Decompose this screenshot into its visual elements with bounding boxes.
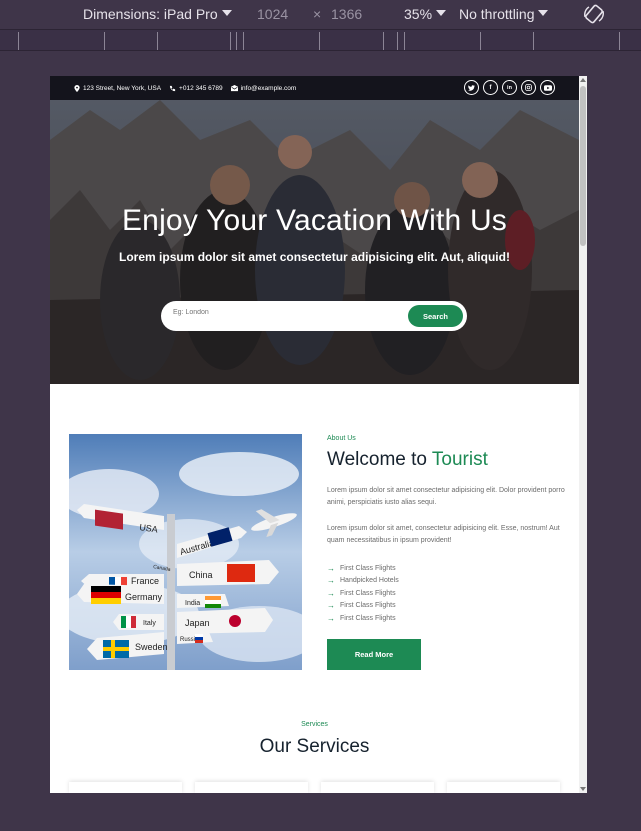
- service-card[interactable]: [447, 782, 560, 793]
- arrow-right-icon: →: [327, 613, 335, 623]
- feature-list: → First Class Flights → Handpicked Hotels …: [327, 562, 399, 625]
- chevron-down-icon: [221, 10, 232, 16]
- arrow-right-icon: →: [327, 588, 335, 598]
- device-viewport: 123 Street, New York, USA +012 345 6789 …: [50, 76, 587, 793]
- list-item: → First Class Flights: [327, 563, 396, 573]
- width-input[interactable]: 1024: [257, 6, 288, 22]
- youtube-icon[interactable]: [540, 80, 555, 95]
- sign-france: France: [131, 576, 159, 586]
- destination-search-input[interactable]: [173, 309, 373, 316]
- arrow-right-icon: →: [327, 601, 335, 611]
- arrow-right-icon: →: [327, 576, 335, 586]
- height-input[interactable]: 1366: [331, 6, 362, 22]
- sign-india: India: [185, 600, 200, 607]
- about-title-accent: Tourist: [431, 449, 488, 470]
- phone-icon: [169, 85, 176, 91]
- envelope-icon: [230, 84, 238, 91]
- address-item: 123 Street, New York, USA: [74, 84, 162, 92]
- services-label: Services: [301, 721, 328, 728]
- zoom-label: 35%: [404, 6, 433, 22]
- throttling-select[interactable]: No throttling: [459, 6, 549, 22]
- sign-japan: Japan: [185, 618, 210, 628]
- phone-item: +012 345 6789: [169, 85, 223, 92]
- instagram-icon[interactable]: [521, 80, 536, 95]
- read-more-button[interactable]: Read More: [327, 639, 421, 670]
- sign-china: China: [189, 570, 213, 580]
- list-item: → First Class Flights: [327, 601, 396, 611]
- top-info-bar: 123 Street, New York, USA +012 345 6789 …: [50, 76, 579, 100]
- zoom-select[interactable]: 35%: [404, 6, 447, 22]
- media-query-ruler[interactable]: [0, 29, 641, 51]
- devtools-device-toolbar: Dimensions: iPad Pro 1024 × 1366 35% No …: [0, 0, 641, 28]
- social-links: f in: [460, 80, 555, 95]
- signpost-illustration: USA Australia France China Germany India: [69, 434, 302, 670]
- email-item[interactable]: info@example.com: [230, 84, 297, 92]
- address-text: 123 Street, New York, USA: [83, 84, 162, 92]
- service-card[interactable]: [321, 782, 434, 793]
- device-select[interactable]: Dimensions: iPad Pro: [83, 6, 232, 22]
- facebook-icon[interactable]: f: [483, 80, 498, 95]
- scrollbar[interactable]: [579, 76, 587, 793]
- list-item: → Handpicked Hotels: [327, 576, 399, 586]
- rotate-icon[interactable]: [583, 3, 605, 25]
- arrow-right-icon: →: [327, 563, 335, 573]
- about-title: Welcome to Tourist: [327, 449, 488, 471]
- phone-text: +012 345 6789: [179, 84, 223, 92]
- sign-italy: Italy: [143, 620, 156, 627]
- chevron-down-icon: [538, 10, 549, 16]
- hero-overlay: [50, 100, 579, 384]
- email-text: info@example.com: [240, 84, 297, 92]
- about-paragraph-2: Lorem ipsum dolor sit amet, consectetur …: [327, 525, 560, 544]
- about-paragraph-1: Lorem ipsum dolor sit amet consectetur a…: [327, 487, 565, 506]
- device-label: Dimensions: iPad Pro: [83, 6, 218, 22]
- hero-title: Enjoy Your Vacation With Us: [121, 204, 508, 237]
- about-label: About Us: [327, 435, 356, 442]
- hero-subtitle: Lorem ipsum dolor sit amet consectetur a…: [119, 250, 510, 264]
- sign-germany: Germany: [125, 592, 163, 602]
- scrollbar-thumb[interactable]: [580, 86, 586, 246]
- scroll-up-arrow-icon[interactable]: [580, 78, 586, 82]
- times-separator: ×: [313, 6, 322, 22]
- scroll-down-arrow-icon[interactable]: [580, 787, 586, 791]
- service-card[interactable]: [69, 782, 182, 793]
- list-item: → First Class Flights: [327, 588, 396, 598]
- location-pin-icon: [74, 84, 80, 92]
- services-title: Our Services: [259, 736, 370, 757]
- chevron-down-icon: [436, 10, 447, 16]
- throttling-label: No throttling: [459, 6, 535, 22]
- list-item: → First Class Flights: [327, 613, 396, 623]
- about-title-main: Welcome to: [327, 449, 432, 470]
- hero-section: Enjoy Your Vacation With Us Lorem ipsum …: [50, 100, 579, 384]
- twitter-icon[interactable]: [464, 80, 479, 95]
- sign-sweden: Sweden: [135, 642, 168, 652]
- service-cards: [69, 782, 560, 793]
- about-image: USA Australia France China Germany India: [69, 434, 302, 670]
- search-bar: Search: [161, 301, 467, 331]
- search-button[interactable]: Search: [408, 305, 463, 327]
- linkedin-icon[interactable]: in: [502, 80, 517, 95]
- service-card[interactable]: [195, 782, 308, 793]
